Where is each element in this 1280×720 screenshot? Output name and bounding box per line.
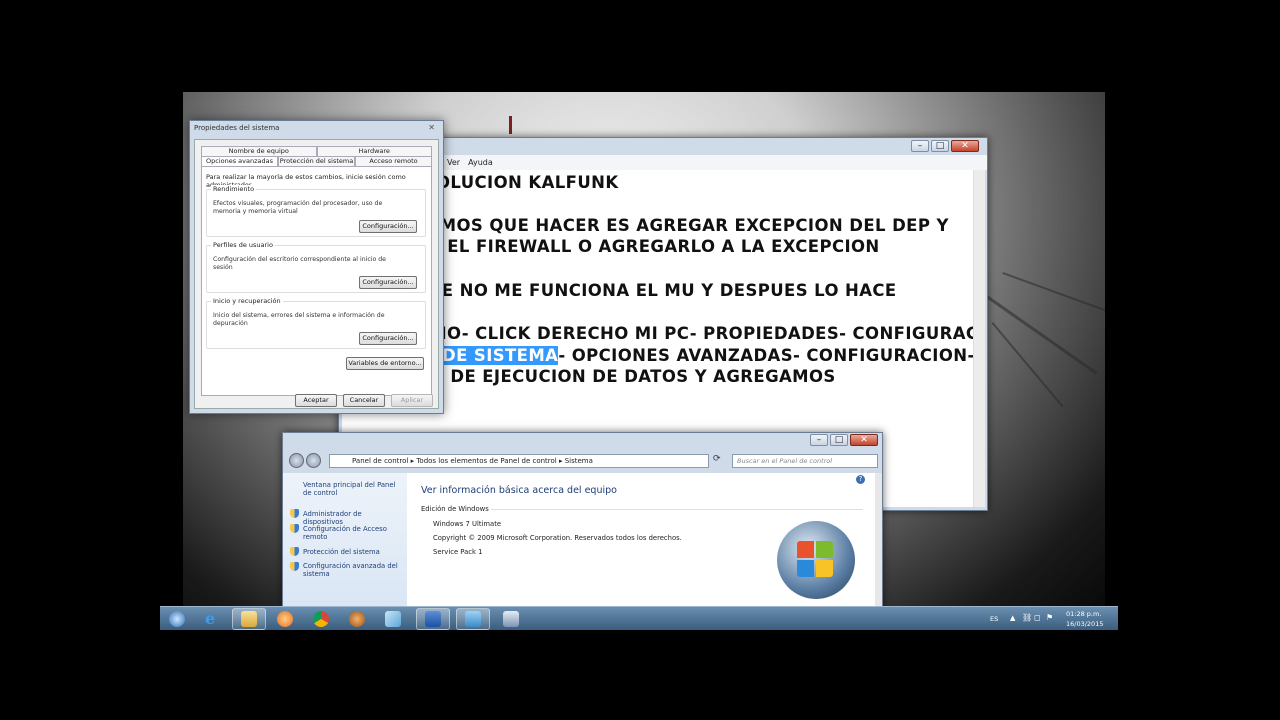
group-description: Efectos visuales, programación del proce… (213, 200, 383, 215)
help-icon[interactable]: ? (856, 475, 865, 484)
system-properties-dialog[interactable]: Propiedades del sistema ✕ Nombre de equi… (189, 120, 444, 414)
close-icon[interactable]: ✕ (428, 123, 435, 132)
copyright-text: Copyright © 2009 Microsoft Corporation. … (433, 534, 682, 542)
generic-app-icon[interactable] (376, 608, 410, 630)
file-explorer-icon[interactable] (232, 608, 266, 630)
window-controls: – □ ✕ (911, 140, 979, 152)
tab-row-front: Opciones avanzadas Protección del sistem… (201, 156, 432, 166)
clock-time[interactable]: 01:28 p.m. (1066, 610, 1101, 618)
dialog-body: Nombre de equipo Hardware Opciones avanz… (194, 139, 439, 409)
breadcrumb-item[interactable]: Todos los elementos de Panel de control (416, 457, 556, 465)
volume-icon[interactable]: ◻ (1034, 613, 1041, 622)
link-advanced-system-settings[interactable]: Configuración avanzada del sistema (303, 562, 403, 578)
breadcrumb-item[interactable]: Panel de control (352, 457, 408, 465)
text-line: OLUCION KALFUNK (436, 173, 619, 192)
glove-app-icon[interactable] (340, 608, 374, 630)
minimize-button[interactable]: – (810, 434, 828, 446)
environment-variables-button[interactable]: Variables de entorno... (346, 357, 424, 370)
dialog-title: Propiedades del sistema (194, 124, 280, 132)
wallpaper-mark (509, 116, 512, 134)
address-bar[interactable]: Panel de control ▸ Todos los elementos d… (329, 454, 709, 468)
startup-recovery-settings-button[interactable]: Configuración... (359, 332, 417, 345)
breadcrumb-item[interactable]: Sistema (565, 457, 593, 465)
shield-icon (290, 562, 299, 571)
link-remote-settings[interactable]: Configuración de Acceso remoto (303, 525, 403, 541)
language-indicator[interactable]: ES (990, 615, 998, 623)
text-line: R EL FIREWALL O AGREGARLO A LA EXCEPCION (428, 237, 880, 256)
vertical-scrollbar[interactable] (875, 473, 882, 607)
screen: – □ ✕ Ver Ayuda OLUCION KALFUNK EMOS QUE… (0, 0, 1280, 720)
minimize-button[interactable]: – (911, 140, 929, 152)
media-player-icon[interactable] (268, 608, 302, 630)
section-title: Edición de Windows (421, 505, 489, 513)
forward-arrow-icon[interactable] (306, 453, 321, 468)
search-input[interactable]: Buscar en el Panel de control (732, 454, 878, 468)
tab-acceso-remoto[interactable]: Acceso remoto (355, 156, 432, 166)
show-hidden-icons-icon[interactable]: ▲ (1010, 614, 1015, 622)
selected-text: DE SISTEMA (442, 346, 559, 365)
performance-settings-button[interactable]: Configuración... (359, 220, 417, 233)
tab-row-back: Nombre de equipo Hardware (201, 146, 432, 156)
group-label: Rendimiento (211, 185, 257, 193)
ok-button[interactable]: Aceptar (295, 394, 337, 407)
shield-icon (290, 547, 299, 556)
maximize-button[interactable]: □ (830, 434, 848, 446)
user-profiles-settings-button[interactable]: Configuración... (359, 276, 417, 289)
group-perfiles-de-usuario: Perfiles de usuario Configuración del es… (206, 241, 426, 293)
text-line: UE NO ME FUNCIONA EL MU Y DESPUES LO HAC… (428, 281, 897, 300)
start-orb-icon[interactable] (160, 608, 194, 630)
apply-button[interactable]: Aplicar (391, 394, 433, 407)
taskbar: e ES ▲ ⛓ ◻ ⚑ 01:28 p.m. 16/03/2015 (160, 606, 1118, 630)
network-app-icon[interactable] (494, 608, 528, 630)
group-description: Configuración del escritorio correspondi… (213, 256, 386, 271)
clock-date[interactable]: 16/03/2015 (1066, 620, 1103, 628)
tab-opciones-avanzadas[interactable]: Opciones avanzadas (201, 156, 278, 166)
windows-edition: Windows 7 Ultimate (433, 520, 502, 528)
group-description: Inicio del sistema, errores del sistema … (213, 312, 385, 327)
network-icon[interactable]: ⛓ (1022, 613, 1032, 622)
link-panel-home[interactable]: Ventana principal del Panel de control (303, 481, 403, 497)
text-line: EMOS QUE HACER ES AGREGAR EXCEPCION DEL … (428, 216, 949, 235)
tab-page-advanced: Para realizar la mayoría de estos cambio… (201, 166, 432, 396)
group-inicio-y-recuperacion: Inicio y recuperación Inicio del sistema… (206, 297, 426, 349)
maximize-button[interactable]: □ (931, 140, 949, 152)
menu-item-ayuda[interactable]: Ayuda (468, 158, 493, 167)
window-controls: – □ ✕ (810, 434, 878, 446)
text-line-rest: - OPCIONES AVANZADAS- CONFIGURACION- (558, 346, 973, 365)
group-label: Inicio y recuperación (211, 297, 283, 305)
link-system-protection[interactable]: Protección del sistema (303, 548, 403, 556)
refresh-icon[interactable]: ⟳ (713, 454, 721, 464)
service-pack: Service Pack 1 (433, 548, 483, 556)
group-rendimiento: Rendimiento Efectos visuales, programaci… (206, 185, 426, 237)
back-arrow-icon[interactable] (289, 453, 304, 468)
close-button[interactable]: ✕ (951, 140, 979, 152)
link-device-manager[interactable]: Administrador de dispositivos (303, 510, 403, 526)
windows-logo-icon (777, 521, 855, 599)
vertical-scrollbar[interactable] (973, 170, 985, 507)
group-label: Perfiles de usuario (211, 241, 275, 249)
tab-proteccion-del-sistema[interactable]: Protección del sistema (278, 156, 355, 166)
internet-explorer-icon[interactable]: e (196, 608, 230, 630)
control-panel-window[interactable]: – □ ✕ Panel de control ▸ Todos los eleme… (282, 432, 883, 608)
control-panel-icon[interactable] (456, 608, 490, 630)
text-line: N DE EJECUCION DE DATOS Y AGREGAMOS (430, 367, 836, 386)
tab-nombre-de-equipo[interactable]: Nombre de equipo (201, 146, 317, 156)
close-button[interactable]: ✕ (850, 434, 878, 446)
chrome-icon[interactable] (304, 608, 338, 630)
shield-icon (290, 524, 299, 533)
main-content: Ver información básica acerca del equipo… (407, 473, 875, 607)
word-icon[interactable] (416, 608, 450, 630)
cancel-button[interactable]: Cancelar (343, 394, 385, 407)
left-task-pane: Ventana principal del Panel de control A… (283, 473, 407, 607)
tab-hardware[interactable]: Hardware (316, 146, 432, 156)
page-heading: Ver información básica acerca del equipo (421, 485, 617, 496)
text-line: DE SISTEMA- OPCIONES AVANZADAS- CONFIGUR… (442, 346, 973, 365)
flag-icon[interactable]: ⚑ (1046, 613, 1053, 622)
shield-icon (290, 509, 299, 518)
menu-item-ver[interactable]: Ver (447, 158, 460, 167)
text-line: CIO- CLICK DERECHO MI PC- PROPIEDADES- C… (428, 324, 973, 343)
section-divider (491, 509, 863, 510)
